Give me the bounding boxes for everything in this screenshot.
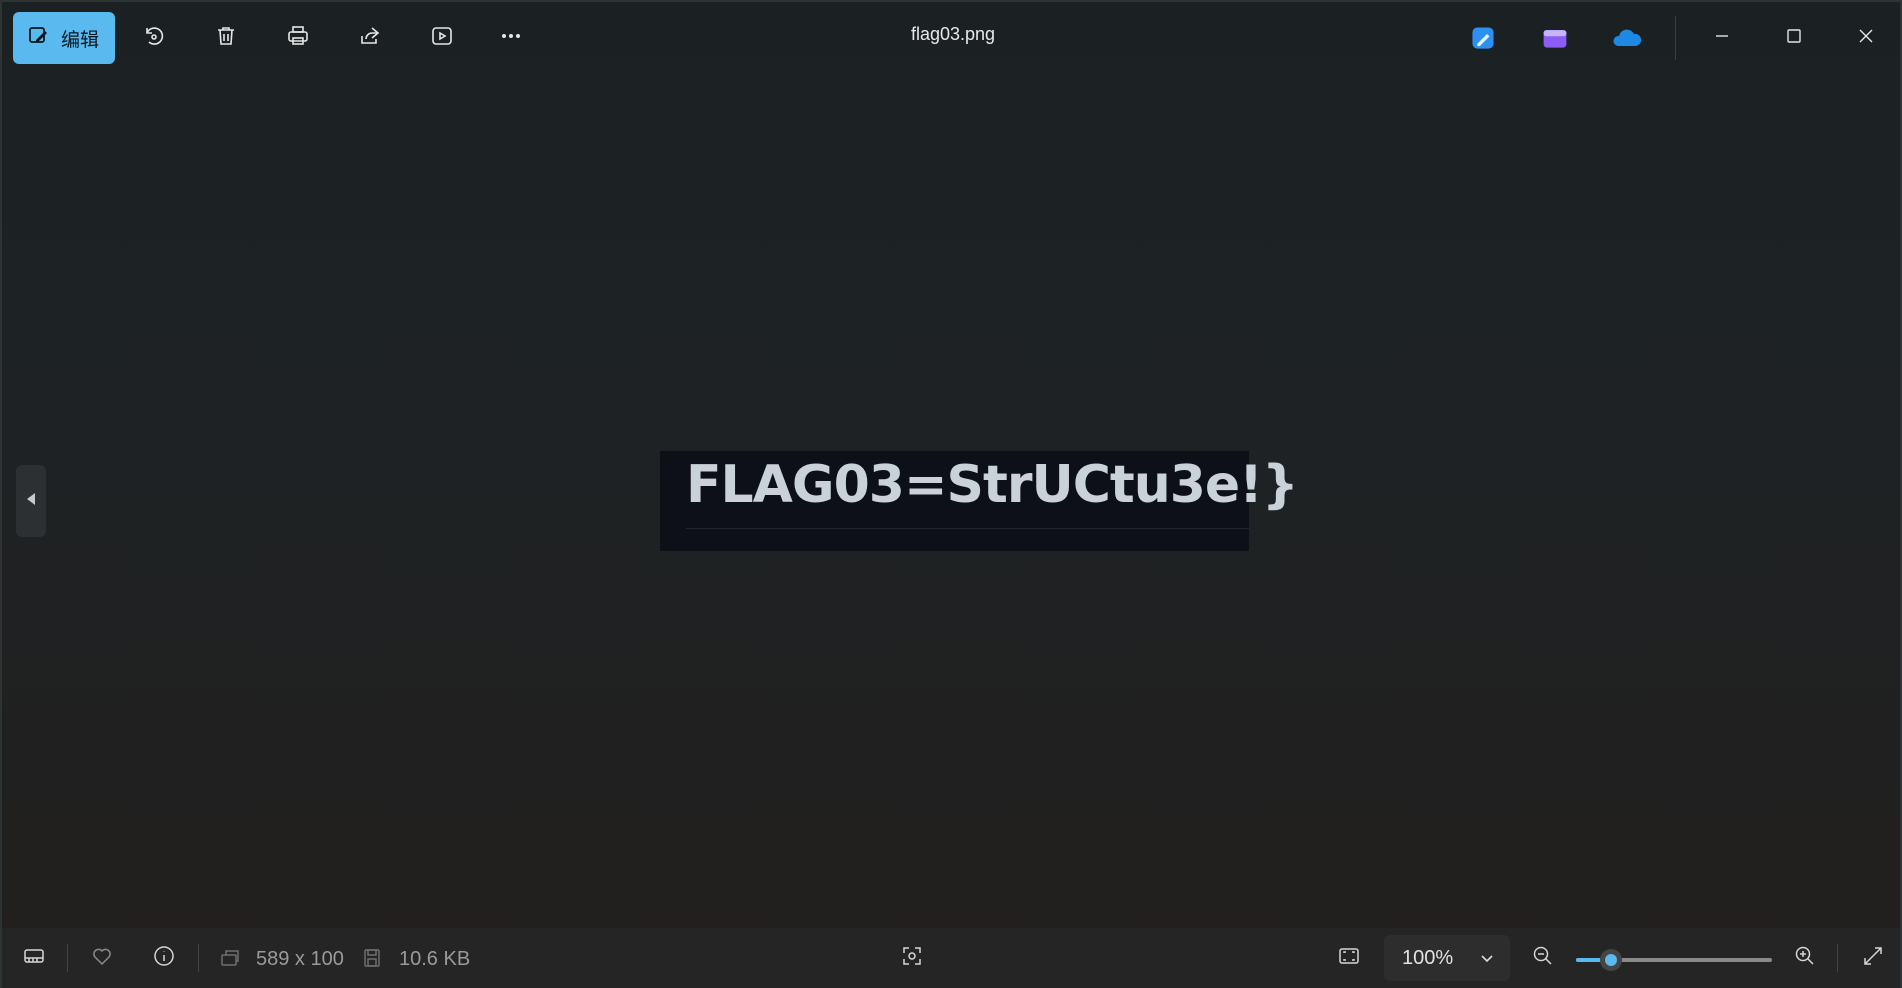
minimize-icon: [1713, 27, 1731, 50]
print-button[interactable]: [276, 16, 320, 60]
photos-window: 编辑 flag03.png FLAG03=StrUCtu3e!} 589 x 1…: [0, 0, 1902, 988]
fit-window-icon: [1337, 944, 1361, 973]
designer-app-icon[interactable]: [1467, 22, 1499, 54]
edit-image-icon: [27, 23, 51, 53]
zoom-slider-thumb[interactable]: [1600, 949, 1623, 971]
displayed-image[interactable]: FLAG03=StrUCtu3e!}: [660, 451, 1299, 551]
edit-button[interactable]: 编辑: [13, 12, 115, 64]
edit-button-label: 编辑: [61, 29, 100, 51]
more-icon: [499, 24, 523, 53]
file-info-button[interactable]: [150, 944, 178, 972]
title-bar: 编辑 flag03.png: [2, 2, 1900, 74]
play-icon: [430, 24, 454, 53]
zoom-level-value: 100%: [1402, 946, 1454, 969]
info-icon: [152, 944, 176, 973]
close-icon: [1857, 27, 1875, 50]
titlebar-separator: [1675, 16, 1676, 60]
status-separator: [198, 944, 199, 972]
zoom-level-dropdown[interactable]: 100%: [1384, 935, 1510, 981]
fit-to-window-button[interactable]: [1335, 944, 1363, 972]
zoom-slider[interactable]: [1576, 949, 1772, 971]
share-icon: [358, 24, 382, 53]
status-separator: [67, 944, 68, 972]
expand-icon: [1861, 944, 1885, 973]
zoom-in-icon: [1793, 944, 1817, 973]
dimensions-icon: [216, 944, 244, 972]
chevron-down-icon: [1481, 955, 1493, 963]
maximize-icon: [1785, 27, 1803, 50]
image-dimensions: 589 x 100: [256, 948, 344, 970]
visual-search-button[interactable]: [898, 944, 926, 972]
visual-search-icon: [900, 944, 924, 973]
file-size-icon: [358, 944, 386, 972]
zoom-out-icon: [1531, 944, 1555, 973]
slideshow-button[interactable]: [420, 16, 464, 60]
close-button[interactable]: [1838, 16, 1894, 60]
status-bar: 589 x 100 10.6 KB 100%: [2, 928, 1900, 988]
filmstrip-button[interactable]: [20, 944, 48, 972]
delete-button[interactable]: [204, 16, 248, 60]
maximize-button[interactable]: [1766, 16, 1822, 60]
image-flag-text: FLAG03=StrUCtu3e!}: [686, 455, 1299, 515]
zoom-out-button[interactable]: [1529, 944, 1557, 972]
trash-icon: [214, 24, 238, 53]
rotate-button[interactable]: [132, 16, 176, 60]
rotate-icon: [142, 24, 166, 53]
chevron-left-icon: [25, 491, 37, 512]
zoom-in-button[interactable]: [1791, 944, 1819, 972]
printer-icon: [286, 24, 310, 53]
status-separator: [1837, 944, 1838, 972]
minimize-button[interactable]: [1694, 16, 1750, 60]
heart-icon: [90, 944, 114, 973]
clipchamp-app-icon[interactable]: [1539, 22, 1571, 54]
image-underline: [686, 528, 1249, 529]
file-size: 10.6 KB: [399, 948, 471, 970]
share-button[interactable]: [348, 16, 392, 60]
previous-image-button[interactable]: [16, 465, 46, 537]
favorite-button[interactable]: [88, 944, 116, 972]
onedrive-icon[interactable]: [1611, 22, 1643, 54]
full-screen-button[interactable]: [1859, 944, 1887, 972]
more-button[interactable]: [489, 16, 533, 60]
filmstrip-icon: [22, 944, 46, 973]
